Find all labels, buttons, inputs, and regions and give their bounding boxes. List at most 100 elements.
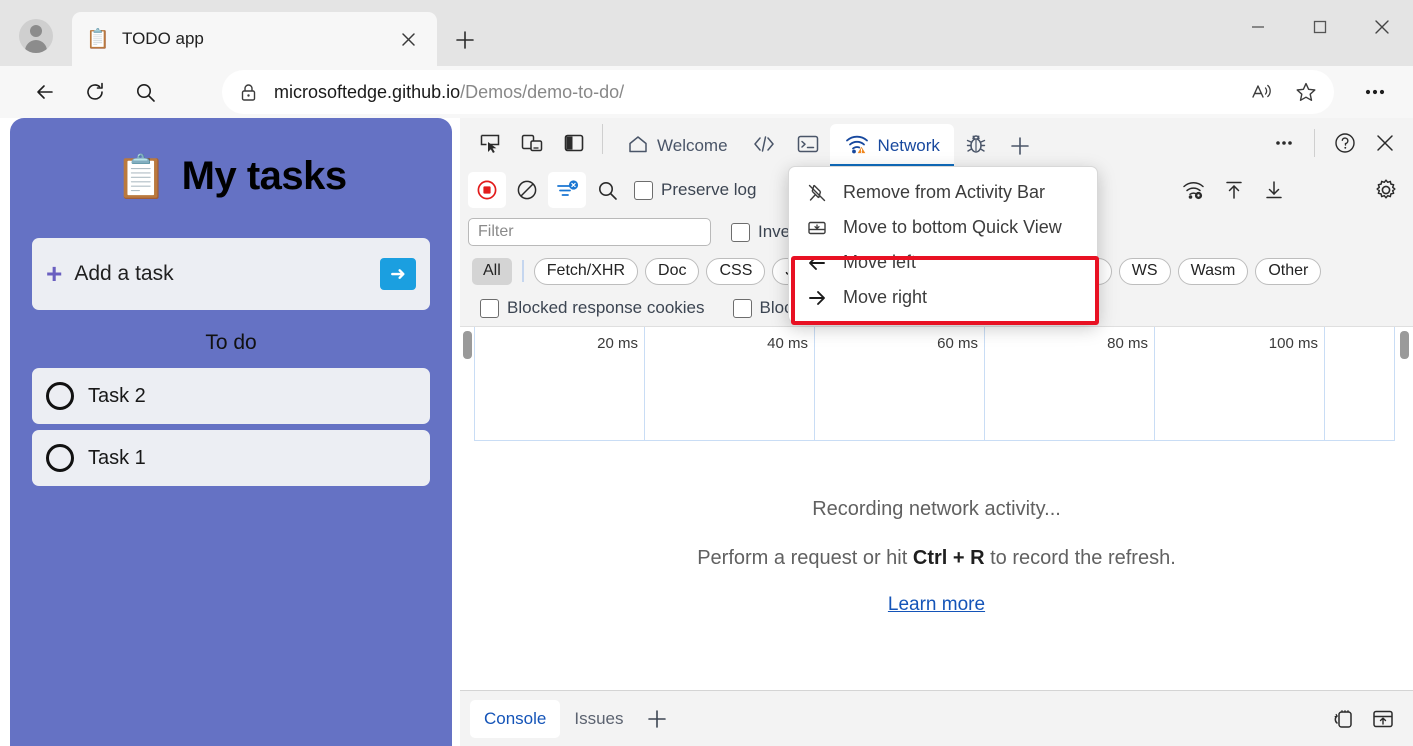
browser-settings-ellipsis-icon[interactable]	[1353, 70, 1397, 114]
close-devtools-icon[interactable]	[1367, 125, 1403, 161]
tab-welcome-label: Welcome	[657, 136, 728, 155]
checkbox-icon[interactable]	[634, 180, 653, 200]
read-aloud-icon[interactable]	[1240, 73, 1284, 111]
chip-doc[interactable]: Doc	[645, 257, 700, 285]
new-tab-button[interactable]	[447, 22, 483, 58]
task-label: Task 2	[88, 384, 146, 407]
timeline-column: 100 ms	[1155, 327, 1325, 441]
menu-item-move-right[interactable]: Move right	[789, 280, 1097, 315]
move-bottom-icon	[805, 216, 829, 240]
learn-more-wrapper: Learn more	[460, 594, 1413, 616]
more-tools-icon[interactable]	[1266, 125, 1302, 161]
profile-avatar-icon	[19, 19, 53, 53]
blocked-response-cookies-checkbox[interactable]: Blocked response cookies	[480, 298, 705, 318]
tab-issues-bug[interactable]	[954, 124, 998, 168]
browser-tab-title: TODO app	[122, 29, 204, 48]
devtools-window-actions	[1266, 125, 1403, 161]
import-har-icon[interactable]	[1215, 172, 1253, 208]
filter-icon[interactable]	[548, 172, 586, 208]
menu-item-move-to-bottom-quick-view[interactable]: Move to bottom Quick View	[789, 210, 1097, 245]
menu-item-remove-from-activity-bar[interactable]: Remove from Activity Bar	[789, 175, 1097, 210]
timeline-column: 40 ms	[645, 327, 815, 441]
devtools-tabs: Welcome Network	[613, 118, 1042, 168]
task-checkbox-icon[interactable]	[46, 444, 74, 472]
live-expression-icon[interactable]	[1323, 701, 1363, 737]
devtools-drawer: Console Issues	[460, 690, 1413, 746]
gear-icon[interactable]	[1367, 172, 1405, 208]
chip-ws[interactable]: WS	[1118, 257, 1171, 285]
timeline-grid: 20 ms 40 ms 60 ms 80 ms 100 ms	[474, 327, 1395, 441]
drawer-tab-issues[interactable]: Issues	[560, 700, 637, 738]
add-task-input[interactable]: + Add a task ➜	[32, 238, 430, 310]
network-timeline-overview[interactable]: 20 ms 40 ms 60 ms 80 ms 100 ms	[460, 326, 1413, 450]
help-icon[interactable]	[1327, 125, 1363, 161]
chip-wasm[interactable]: Wasm	[1177, 257, 1249, 285]
timeline-scrollbar-right[interactable]	[1400, 331, 1409, 359]
refresh-icon[interactable]	[74, 71, 116, 113]
add-tool-icon[interactable]	[638, 700, 676, 738]
device-emulation-icon[interactable]	[514, 125, 550, 161]
chip-other[interactable]: Other	[1255, 257, 1322, 285]
menu-item-label: Move right	[843, 287, 928, 307]
timeline-tick-label: 60 ms	[937, 335, 978, 352]
network-empty-state: Recording network activity... Perform a …	[460, 498, 1413, 616]
window-controls	[1227, 0, 1413, 54]
task-list-item[interactable]: Task 2	[32, 368, 430, 424]
timeline-column: 20 ms	[474, 327, 645, 441]
close-window-icon[interactable]	[1351, 0, 1413, 54]
toggle-panel-icon[interactable]	[556, 125, 592, 161]
inspect-element-icon[interactable]	[472, 125, 508, 161]
tab-elements[interactable]	[742, 124, 786, 168]
timeline-column: 80 ms	[985, 327, 1155, 441]
back-arrow-icon[interactable]	[24, 71, 66, 113]
bug-icon	[964, 132, 988, 161]
tab-network[interactable]: Network	[829, 124, 955, 168]
close-icon[interactable]	[393, 24, 423, 54]
dock-drawer-icon[interactable]	[1363, 701, 1403, 737]
arrow-right-icon	[805, 286, 829, 310]
todo-app-card: 📋 My tasks + Add a task ➜ To do Task 2 T…	[10, 118, 452, 746]
chip-all[interactable]: All	[472, 257, 512, 285]
drawer-tab-console[interactable]: Console	[470, 699, 561, 738]
profile-button[interactable]	[14, 14, 58, 58]
timeline-scrollbar-left[interactable]	[463, 331, 472, 359]
devtools-tool-icons	[460, 118, 592, 168]
export-har-icon[interactable]	[1255, 172, 1293, 208]
chip-fetch-xhr[interactable]: Fetch/XHR	[533, 257, 639, 285]
network-icon	[844, 132, 870, 161]
add-task-submit-button[interactable]: ➜	[380, 258, 416, 290]
menu-item-move-left[interactable]: Move left	[789, 245, 1097, 280]
filter-placeholder: Filter	[478, 223, 514, 240]
lock-icon	[222, 70, 274, 114]
checkbox-icon[interactable]	[480, 298, 499, 318]
chip-css[interactable]: CSS	[706, 257, 766, 285]
filter-input[interactable]: Filter	[468, 218, 711, 246]
address-bar[interactable]: microsoftedge.github.io/Demos/demo-to-do…	[222, 70, 1334, 114]
clipboard-icon: 📋	[115, 152, 168, 200]
recording-hint-text: Perform a request or hit Ctrl + R to rec…	[460, 547, 1413, 570]
task-list-item[interactable]: Task 1	[32, 430, 430, 486]
url-path: /Demos/demo-to-do/	[460, 81, 625, 102]
search-icon[interactable]	[124, 71, 166, 113]
timeline-tick-label: 40 ms	[767, 335, 808, 352]
preserve-log-label: Preserve log	[661, 180, 757, 199]
browser-tab[interactable]: 📋 TODO app	[72, 12, 437, 66]
unpin-icon	[805, 181, 829, 205]
plus-icon: +	[46, 258, 63, 289]
clear-network-log-icon[interactable]	[508, 172, 546, 208]
menu-item-label: Move left	[843, 252, 917, 272]
stop-recording-icon[interactable]	[468, 172, 506, 208]
star-icon[interactable]	[1284, 73, 1328, 111]
minimize-icon[interactable]	[1227, 0, 1289, 54]
tab-welcome[interactable]: Welcome	[613, 124, 742, 168]
checkbox-icon[interactable]	[731, 222, 750, 242]
maximize-icon[interactable]	[1289, 0, 1351, 54]
preserve-log-checkbox[interactable]: Preserve log	[634, 180, 756, 200]
learn-more-link[interactable]: Learn more	[888, 594, 985, 615]
network-conditions-icon[interactable]	[1175, 172, 1213, 208]
checkbox-icon[interactable]	[732, 298, 752, 318]
search-icon[interactable]	[588, 172, 626, 208]
task-checkbox-icon[interactable]	[46, 382, 74, 410]
add-devtools-tab-button[interactable]	[998, 124, 1042, 168]
tab-console[interactable]	[786, 124, 830, 168]
